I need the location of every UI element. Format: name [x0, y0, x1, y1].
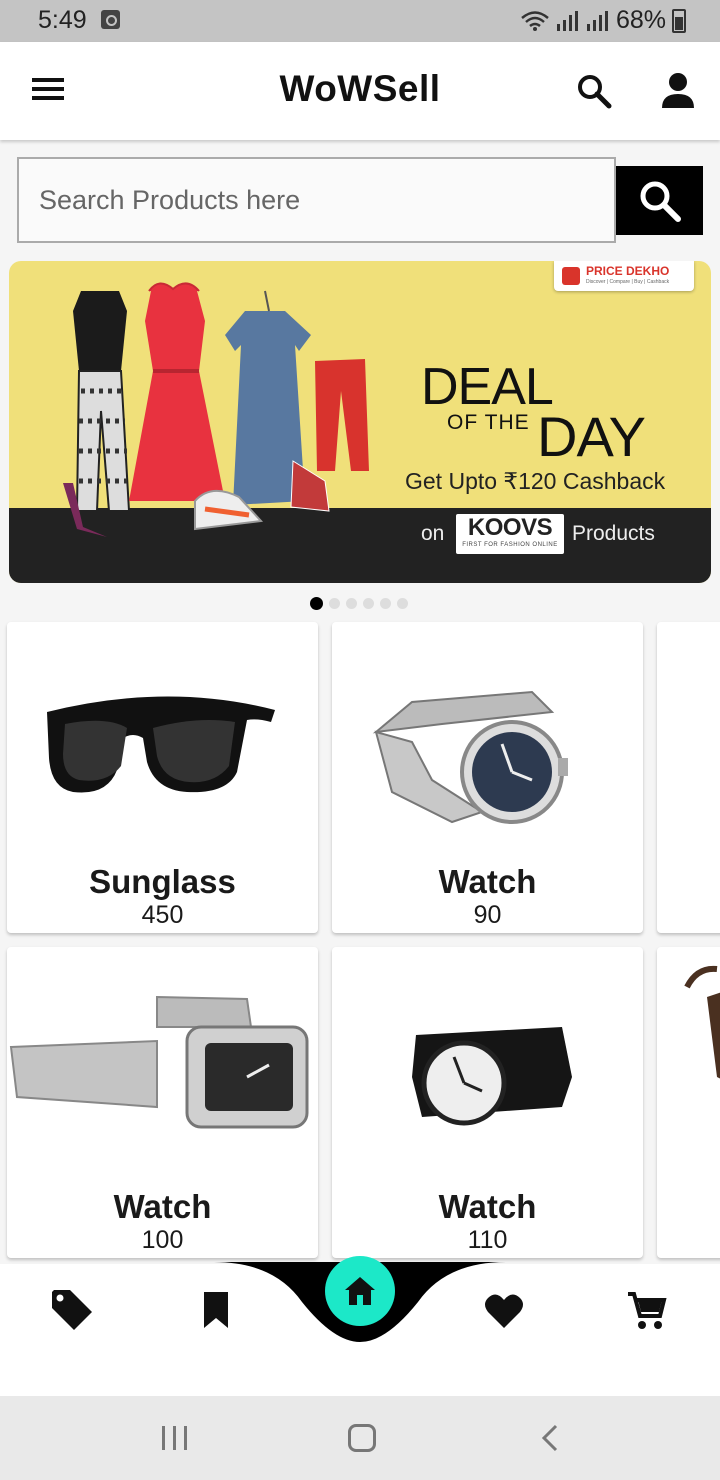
system-nav-bar — [0, 1396, 720, 1480]
steel-watch-image — [372, 690, 568, 824]
signal-icon-2 — [586, 10, 608, 31]
search-button-icon — [640, 181, 681, 222]
rectangular-watch-image — [9, 995, 309, 1129]
product-name: Watch — [438, 1188, 537, 1225]
product-card[interactable]: Watch 110 — [332, 947, 643, 1258]
heart-icon[interactable] — [482, 1288, 526, 1332]
product-price: 110 — [467, 1226, 508, 1254]
product-price: 90 — [473, 901, 502, 929]
system-home-button[interactable] — [348, 1424, 376, 1452]
product-price: 450 — [141, 901, 184, 929]
pricedekho-logo-icon — [562, 267, 580, 285]
carousel-dot[interactable] — [363, 598, 374, 609]
status-indicators: 68% — [520, 6, 686, 35]
search-button[interactable] — [616, 166, 703, 235]
product-card[interactable]: Watch 100 — [7, 947, 318, 1258]
sunglasses-image — [47, 696, 275, 793]
pricedekho-text: PRICE DEKHO — [586, 264, 670, 278]
carousel-dot[interactable] — [329, 598, 340, 609]
app-bar: WoWSell — [0, 42, 720, 140]
status-time: 5:49 — [38, 6, 87, 34]
product-price: 100 — [141, 1226, 184, 1254]
profile-icon[interactable] — [660, 72, 696, 110]
product-card-partial[interactable] — [657, 947, 720, 1258]
deal-headline-1: DEAL — [421, 358, 554, 416]
signal-icon — [556, 10, 578, 31]
search-icon[interactable] — [576, 73, 612, 109]
battery-percent: 68% — [615, 6, 666, 34]
carousel-dot[interactable] — [380, 598, 391, 609]
bag-image-partial — [684, 965, 720, 1079]
black-strap-watch-image — [412, 1027, 572, 1126]
app-title: WoWSell — [279, 68, 441, 109]
carousel-indicator — [310, 597, 408, 610]
deal-headline-of-the: OF THE — [447, 411, 530, 434]
recent-apps-button[interactable] — [162, 1426, 190, 1450]
product-name: Watch — [438, 863, 537, 900]
banner-on-text: on — [421, 522, 445, 545]
bookmark-icon[interactable] — [194, 1288, 238, 1332]
deal-headline-2: DAY — [537, 405, 646, 468]
koovs-tagline: FIRST FOR FASHION ONLINE — [462, 542, 558, 548]
home-icon — [345, 1277, 375, 1305]
cart-icon[interactable] — [624, 1288, 668, 1332]
status-bar: 5:49 68% — [0, 0, 720, 42]
product-name: Sunglass — [89, 863, 236, 900]
deal-cashback: Get Upto ₹120 Cashback — [405, 468, 666, 494]
pricedekho-subtitle: Discover | Compare | Buy | Cashback — [586, 279, 670, 285]
search-input[interactable] — [17, 157, 616, 243]
carousel-dot-active[interactable] — [310, 597, 323, 610]
tag-icon[interactable] — [50, 1288, 94, 1332]
clothes-illustration — [63, 282, 369, 537]
product-name: Watch — [113, 1188, 212, 1225]
banner-products-text: Products — [572, 522, 655, 545]
promo-banner[interactable]: PRICE DEKHO Discover | Compare | Buy | C… — [9, 261, 711, 583]
back-button[interactable] — [538, 1424, 562, 1452]
product-card[interactable]: Sunglass 450 — [7, 622, 318, 933]
pricedekho-badge: PRICE DEKHO Discover | Compare | Buy | C… — [554, 261, 694, 291]
wifi-icon — [521, 10, 549, 31]
koovs-brand: KOOVS — [467, 514, 553, 541]
battery-icon — [672, 8, 686, 33]
home-button[interactable] — [325, 1256, 395, 1326]
clock-icon — [101, 10, 120, 29]
product-card[interactable]: Watch 90 — [332, 622, 643, 933]
product-card-partial[interactable] — [657, 622, 720, 933]
carousel-dot[interactable] — [397, 598, 408, 609]
koovs-logo: KOOVS FIRST FOR FASHION ONLINE — [456, 514, 564, 554]
carousel-dot[interactable] — [346, 598, 357, 609]
